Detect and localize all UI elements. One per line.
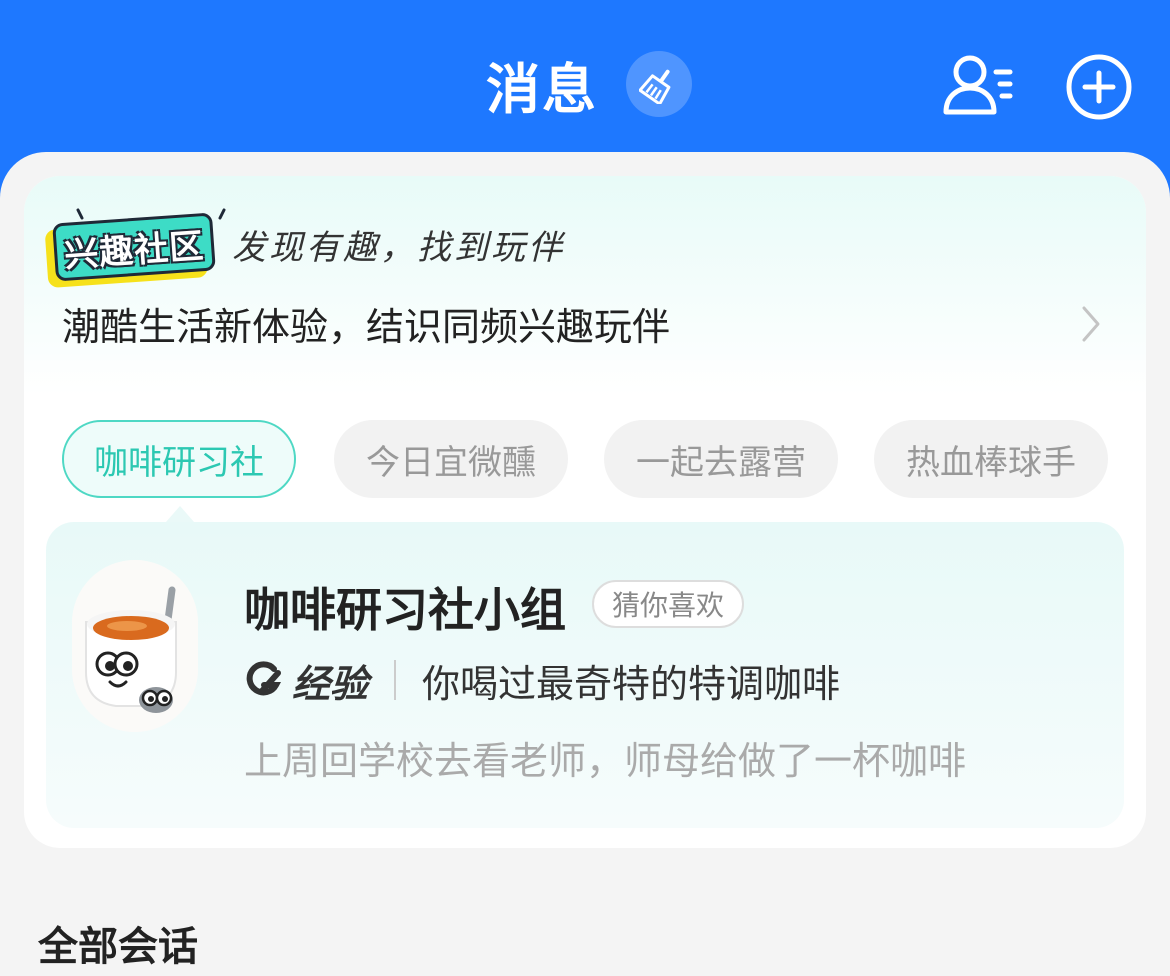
tab-label: 咖啡研习社 <box>94 442 264 483</box>
all-conversations-heading: 全部会话 <box>38 924 198 970</box>
tab-label: 今日宜微醺 <box>366 442 536 483</box>
card-glow <box>24 176 1146 396</box>
post-preview: 上周回学校去看老师，师母给做了一杯咖啡 <box>244 739 967 783</box>
chevron-right-icon[interactable] <box>1078 304 1104 344</box>
clear-unread-button[interactable] <box>626 51 692 117</box>
divider <box>394 660 397 700</box>
tab-coffee[interactable]: 咖啡研习社 <box>62 420 296 498</box>
group-avatar <box>72 560 198 732</box>
coffee-cup-icon <box>72 560 198 732</box>
recommend-badge: 猜你喜欢 <box>592 580 745 628</box>
contacts-button[interactable] <box>940 52 1016 122</box>
add-circle-icon <box>1066 54 1132 120</box>
tab-camping[interactable]: 一起去露营 <box>604 420 838 498</box>
post-topic: 你喝过最奇特的特调咖啡 <box>422 661 841 706</box>
community-slogan: 发现有趣，找到玩伴 <box>232 228 565 268</box>
tab-label: 一起去露营 <box>636 442 806 483</box>
post-row: 经验 你喝过最奇特的特调咖啡 <box>244 656 840 706</box>
sparkle-icon <box>218 208 226 220</box>
tab-label: 热血棒球手 <box>906 442 1076 483</box>
tab-tipsy[interactable]: 今日宜微醺 <box>334 420 568 498</box>
content-area: 兴趣社区 发现有趣，找到玩伴 潮酷生活新体验，结识同频兴趣玩伴 咖啡研习社 今日… <box>0 152 1170 976</box>
experience-logo-icon <box>246 661 282 696</box>
contacts-icon <box>943 55 1013 115</box>
top-bar: 消息 <box>0 0 1170 170</box>
badge-label: 猜你喜欢 <box>612 589 725 622</box>
community-logo: 兴趣社区 <box>52 212 216 282</box>
group-name: 咖啡研习社小组 <box>244 583 566 637</box>
interest-community-card[interactable]: 兴趣社区 发现有趣，找到玩伴 潮酷生活新体验，结识同频兴趣玩伴 咖啡研习社 今日… <box>24 176 1146 848</box>
group-recommendation[interactable]: 咖啡研习社小组 猜你喜欢 经验 你喝过最奇特的特调咖啡 上周回学校去看老师，师母… <box>46 522 1124 828</box>
title-group: 消息 <box>486 51 692 121</box>
tab-pointer <box>166 506 194 522</box>
community-subtitle: 潮酷生活新体验，结识同频兴趣玩伴 <box>62 305 671 349</box>
add-button[interactable] <box>1064 52 1134 122</box>
tab-baseball[interactable]: 热血棒球手 <box>874 420 1108 498</box>
broom-icon <box>639 69 671 104</box>
page-title: 消息 <box>486 57 598 121</box>
logo-text: 兴趣社区 <box>63 225 206 276</box>
post-type-label: 经验 <box>292 661 369 706</box>
